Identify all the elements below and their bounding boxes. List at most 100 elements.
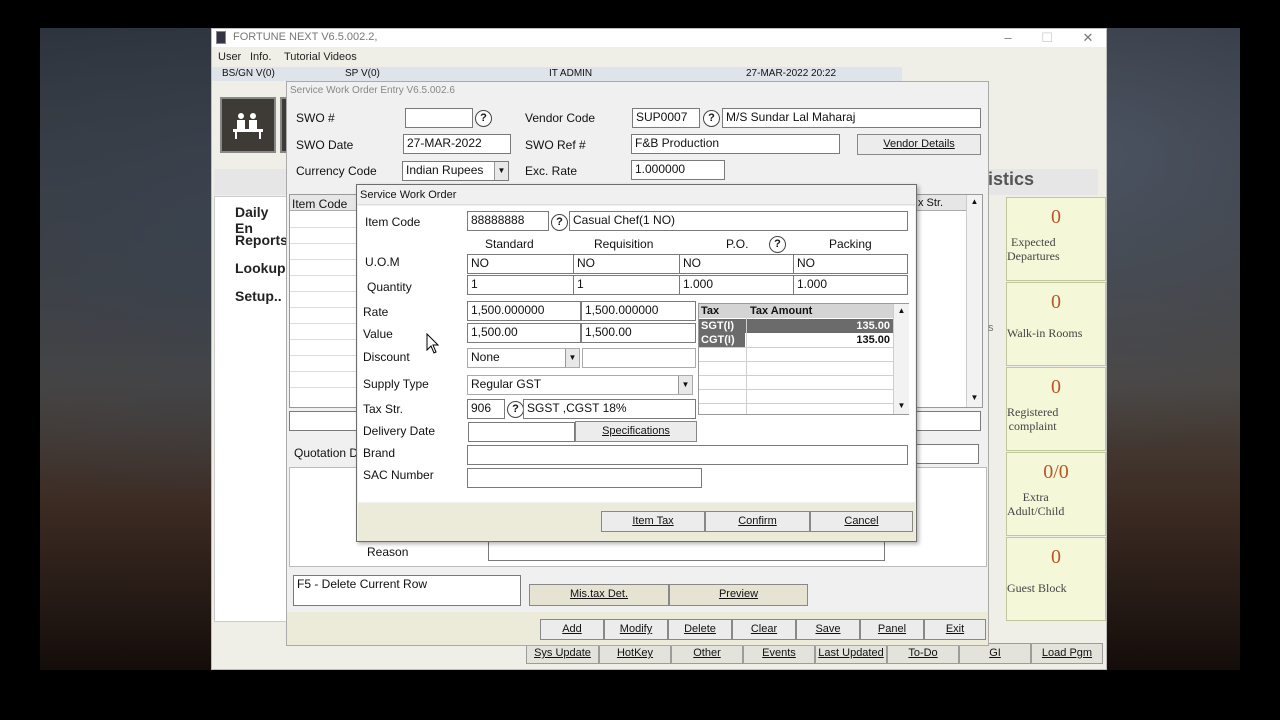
swo-action-bar: Add Modify Delete Clear Save Panel Exit bbox=[287, 612, 988, 645]
scroll-down-icon[interactable]: ▼ bbox=[967, 391, 982, 405]
preview-button[interactable]: Preview bbox=[669, 584, 808, 606]
swo-date-field[interactable]: 27-MAR-2022 bbox=[403, 134, 511, 154]
sac-number-field[interactable] bbox=[467, 468, 702, 488]
qty-requisition[interactable]: 1 bbox=[573, 275, 680, 295]
left-menu-reports[interactable]: Reports bbox=[235, 232, 288, 248]
currency-select[interactable]: Indian Rupees ▼ bbox=[402, 161, 509, 181]
exc-rate-field[interactable]: 1.000000 bbox=[631, 160, 725, 180]
reception-icon bbox=[233, 113, 263, 139]
mis-tax-details-button[interactable]: Mis.tax Det. bbox=[529, 584, 669, 606]
mouse-cursor-icon bbox=[426, 333, 440, 354]
minimize-icon[interactable]: – bbox=[993, 29, 1023, 47]
stat-registered-complaint[interactable]: 0 Registered complaint bbox=[1006, 367, 1106, 451]
delivery-date-label: Delivery Date bbox=[363, 424, 436, 438]
tax-grid-scrollbar[interactable]: ▲ ▼ bbox=[893, 304, 909, 414]
last-updated-button[interactable]: Last Updated bbox=[815, 643, 887, 664]
qty-po[interactable]: 1.000 bbox=[679, 275, 794, 295]
gi-button[interactable]: GI bbox=[959, 643, 1031, 664]
scroll-down-icon[interactable]: ▼ bbox=[894, 399, 909, 413]
scroll-up-icon[interactable]: ▲ bbox=[894, 304, 909, 318]
grid-row-divider bbox=[290, 323, 358, 324]
tax-row[interactable]: CGT(I) 135.00 bbox=[699, 333, 893, 347]
vendor-code-help-icon[interactable]: ? bbox=[703, 110, 720, 127]
uom-po[interactable]: NO bbox=[679, 254, 794, 274]
chevron-down-icon[interactable]: ▼ bbox=[565, 349, 579, 367]
tax-grid-divider bbox=[699, 375, 893, 376]
app-icon bbox=[216, 31, 226, 44]
stat-value: 0 bbox=[1051, 546, 1061, 568]
item-description-field: Casual Chef(1 NO) bbox=[569, 211, 908, 231]
item-tax-button[interactable]: Item Tax bbox=[601, 511, 705, 532]
tax-str-help-icon[interactable]: ? bbox=[507, 401, 524, 418]
panel-button[interactable]: Panel bbox=[860, 619, 924, 640]
vendor-code-field[interactable]: SUP0007 bbox=[632, 108, 700, 128]
reason-field[interactable] bbox=[488, 541, 885, 561]
uom-requisition[interactable]: NO bbox=[573, 254, 680, 274]
stat-value: 0 bbox=[1051, 291, 1061, 313]
confirm-button[interactable]: Confirm bbox=[705, 511, 810, 532]
swo-no-help-icon[interactable]: ? bbox=[475, 110, 492, 127]
save-button[interactable]: Save bbox=[796, 619, 860, 640]
add-button[interactable]: Add bbox=[540, 619, 604, 640]
sys-update-button[interactable]: Sys Update bbox=[526, 643, 599, 664]
scroll-up-icon[interactable]: ▲ bbox=[967, 195, 982, 209]
left-menu-setup[interactable]: Setup.. bbox=[235, 288, 282, 304]
delivery-date-field[interactable] bbox=[468, 422, 575, 442]
tax-row[interactable]: SGT(I) 135.00 bbox=[699, 319, 893, 333]
stat-extra-adult-child[interactable]: 0/0 Extra Adult/Child bbox=[1006, 452, 1106, 536]
value-standard[interactable]: 1,500.00 bbox=[467, 323, 581, 343]
chevron-down-icon[interactable]: ▼ bbox=[494, 162, 508, 180]
rate-requisition[interactable]: 1,500.000000 bbox=[581, 301, 696, 321]
currency-label: Currency Code bbox=[296, 164, 377, 178]
swo-window-title: Service Work Order Entry V6.5.002.6 bbox=[290, 85, 455, 96]
load-pgm-button[interactable]: Load Pgm bbox=[1031, 643, 1103, 664]
left-menu-lookup[interactable]: Lookup bbox=[235, 260, 286, 276]
swo-no-field[interactable] bbox=[405, 108, 473, 128]
close-icon[interactable]: ✕ bbox=[1073, 29, 1103, 47]
exit-button[interactable]: Exit bbox=[924, 619, 986, 640]
stat-guest-block[interactable]: 0 Guest Block bbox=[1006, 537, 1106, 621]
item-code-help-icon[interactable]: ? bbox=[551, 214, 568, 231]
modify-button[interactable]: Modify bbox=[604, 619, 668, 640]
specifications-button[interactable]: Specifications bbox=[575, 421, 697, 442]
col-standard: Standard bbox=[485, 237, 534, 251]
uom-packing[interactable]: NO bbox=[793, 254, 908, 274]
hotkey-button[interactable]: HotKey bbox=[599, 643, 671, 664]
menu-info[interactable]: Info. bbox=[250, 51, 271, 63]
rate-standard[interactable]: 1,500.000000 bbox=[467, 301, 581, 321]
tax-grid-divider bbox=[699, 361, 893, 362]
qty-standard[interactable]: 1 bbox=[467, 275, 574, 295]
uom-standard[interactable]: NO bbox=[467, 254, 574, 274]
front-desk-icon-button[interactable] bbox=[220, 97, 276, 153]
events-button[interactable]: Events bbox=[743, 643, 815, 664]
stat-label: Guest Block bbox=[1007, 581, 1067, 595]
discount-amount-field[interactable] bbox=[582, 348, 696, 368]
vendor-details-button[interactable]: Vendor Details bbox=[857, 134, 981, 155]
supply-type-select[interactable]: Regular GST ▼ bbox=[467, 375, 693, 395]
chevron-down-icon[interactable]: ▼ bbox=[678, 376, 692, 394]
clear-button[interactable]: Clear bbox=[732, 619, 796, 640]
grid-scrollbar[interactable]: ▲ ▼ bbox=[966, 195, 982, 407]
stat-expected-departures[interactable]: 0 Expected Departures bbox=[1006, 197, 1106, 281]
value-requisition[interactable]: 1,500.00 bbox=[581, 323, 696, 343]
tax-grid[interactable]: Tax Tax Amount SGT(I) 135.00 CGT(I) 135.… bbox=[698, 303, 909, 415]
brand-field[interactable] bbox=[467, 445, 908, 465]
dialog-footer: Item Tax Confirm Cancel bbox=[358, 503, 915, 541]
menu-user[interactable]: User bbox=[218, 51, 241, 63]
item-code-field[interactable]: 88888888 bbox=[467, 211, 549, 231]
delete-button[interactable]: Delete bbox=[668, 619, 732, 640]
discount-select[interactable]: None ▼ bbox=[467, 348, 580, 368]
grid-row-divider bbox=[290, 339, 358, 340]
stat-walk-in-rooms[interactable]: 0 Walk-in Rooms bbox=[1006, 282, 1106, 366]
other-button[interactable]: Other bbox=[671, 643, 743, 664]
swo-ref-field[interactable]: F&B Production bbox=[631, 134, 840, 154]
po-help-icon[interactable]: ? bbox=[769, 236, 786, 253]
todo-button[interactable]: To-Do bbox=[887, 643, 959, 664]
vendor-code-label: Vendor Code bbox=[525, 111, 596, 125]
col-requisition: Requisition bbox=[594, 237, 654, 251]
menu-tutorial-videos[interactable]: Tutorial Videos bbox=[284, 51, 357, 63]
tax-str-code-field[interactable]: 906 bbox=[467, 399, 505, 419]
qty-packing[interactable]: 1.000 bbox=[793, 275, 908, 295]
cancel-button[interactable]: Cancel bbox=[810, 511, 913, 532]
maximize-icon[interactable]: ☐ bbox=[1032, 29, 1062, 47]
